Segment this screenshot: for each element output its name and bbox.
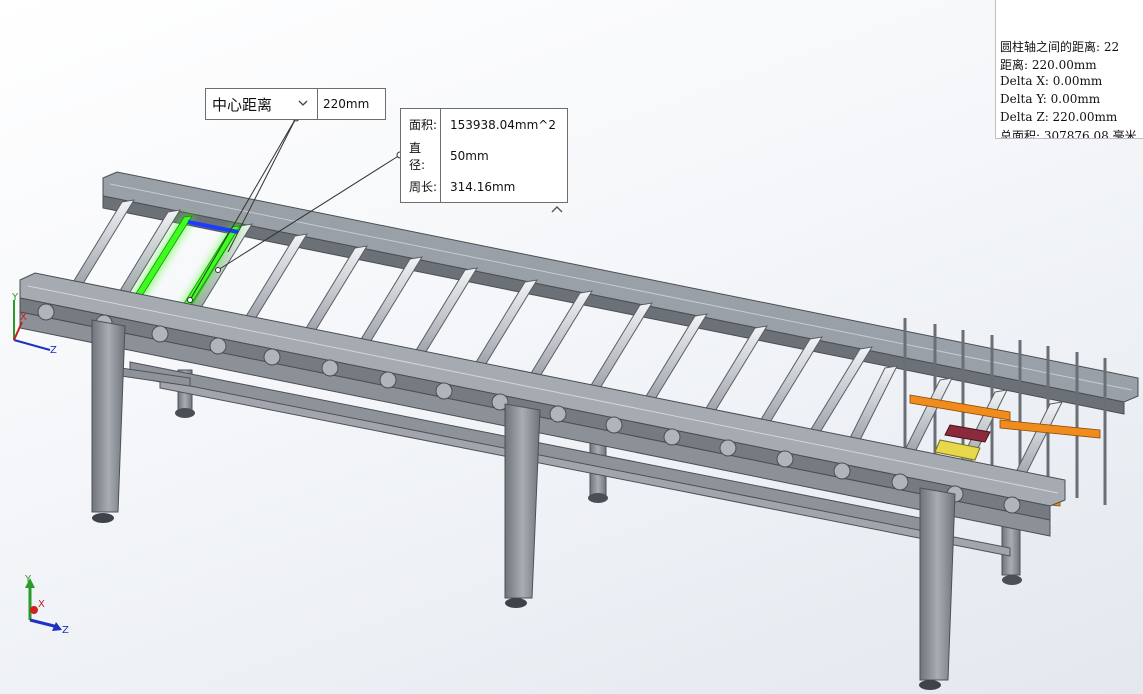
distance-type-label: 中心距离: [212, 95, 273, 114]
result-line-distance: 距离: 220.00mm: [1000, 58, 1097, 72]
result-line-total-area: 总面积: 307876.08 毫米: [1000, 129, 1137, 139]
distance-type-dropdown[interactable]: 中心距离: [206, 89, 318, 119]
result-line-delta-z: Delta Z: 220.00mm: [1000, 110, 1118, 124]
area-value: 153938.04mm^2: [450, 117, 556, 132]
measure-results-panel: 圆柱轴之间的距离: 22 距离: 220.00mm Delta X: 0.00m…: [995, 0, 1143, 139]
diameter-value: 50mm: [450, 148, 489, 163]
area-label: 面积:: [401, 109, 441, 140]
rail-front: [19, 272, 1066, 537]
perimeter-value: 314.16mm: [450, 179, 516, 194]
cad-viewport[interactable]: Y X Z Y X Z: [0, 0, 1143, 694]
perimeter-label: 周长:: [401, 171, 441, 202]
triad-z-label: Z: [62, 625, 69, 636]
triad-y-label: Y: [24, 574, 32, 585]
perimeter-row: 周长: 314.16mm: [401, 171, 567, 202]
diameter-row: 直 径: 50mm: [401, 140, 567, 172]
chevron-down-icon: [298, 100, 308, 106]
mini-triad-y-label: Y: [11, 292, 19, 303]
mini-triad-x-label: X: [20, 312, 27, 323]
view-triad[interactable]: Y X Z: [24, 574, 69, 636]
mini-triad-z-label: Z: [50, 345, 57, 356]
result-line-cylinder-distance: 圆柱轴之间的距离: 22: [1000, 40, 1120, 54]
diameter-label: 直 径:: [401, 140, 441, 172]
collapse-chevron-up-icon[interactable]: [550, 203, 564, 215]
rail-back: [102, 171, 1139, 415]
distance-value: 220mm: [323, 97, 370, 111]
result-line-delta-x: Delta X: 0.00mm: [1000, 74, 1103, 88]
area-row: 面积: 153938.04mm^2: [401, 109, 567, 140]
properties-callout: 面积: 153938.04mm^2 直 径: 50mm 周长: 314.16mm: [400, 108, 568, 203]
triad-x-label: X: [38, 599, 45, 610]
result-line-delta-y: Delta Y: 0.00mm: [1000, 92, 1101, 106]
distance-callout: 中心距离 220mm: [205, 88, 386, 120]
